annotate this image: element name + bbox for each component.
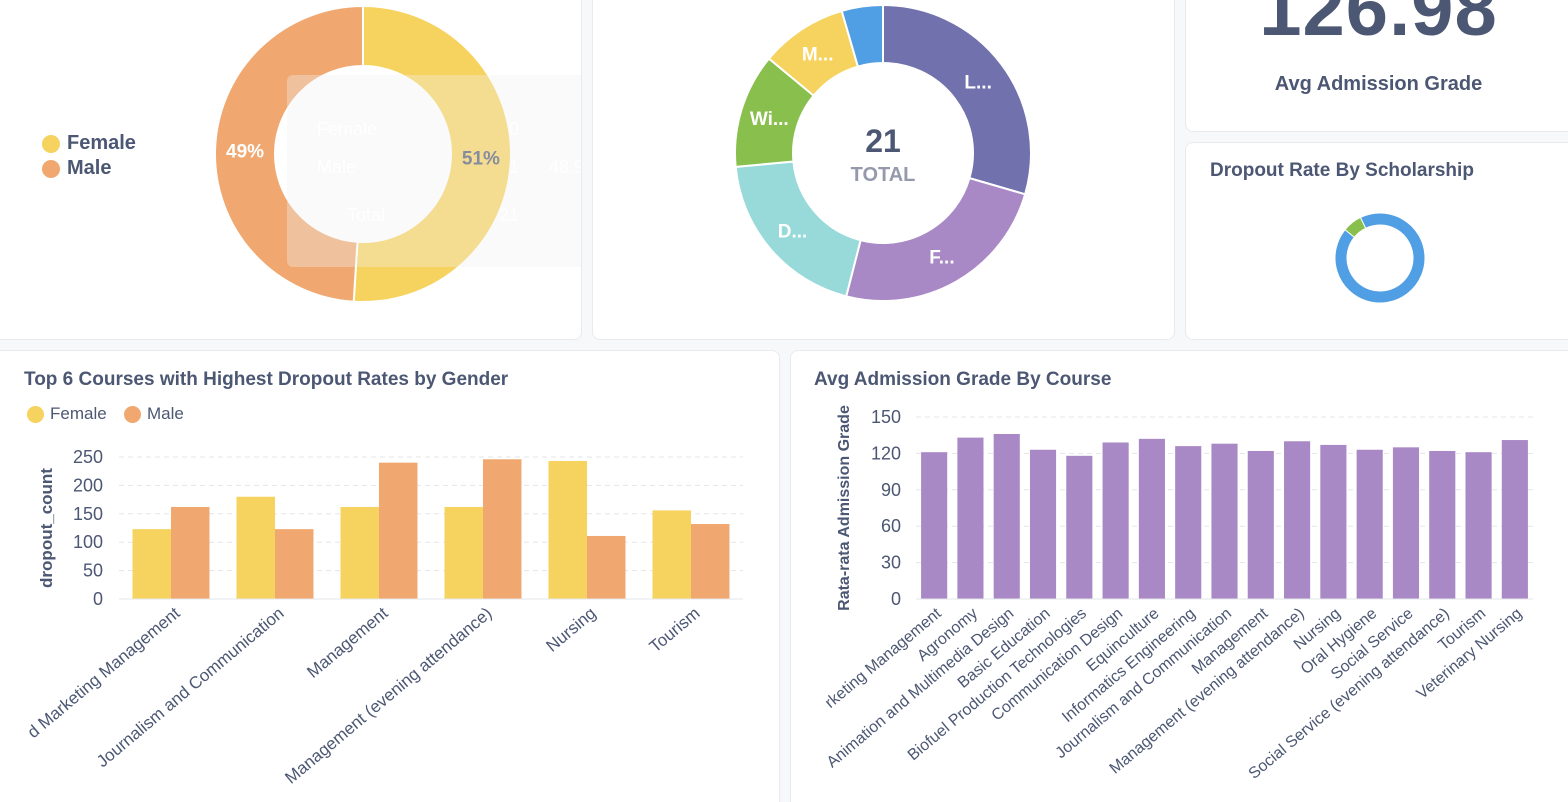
y-tick-label-0: 0 [891, 589, 901, 609]
y-tick-label-1: 30 [881, 553, 901, 573]
kpi-card: 126.98 Avg Admission Grade [1185, 0, 1568, 132]
y-tick-label-5: 150 [871, 407, 901, 427]
course-donut-slice-label-0: L... [964, 73, 991, 94]
scholarship-card: Dropout Rate By Scholarship [1185, 142, 1568, 340]
x-tick-label-3: Management (evening attendance) [281, 604, 495, 788]
admission-bar-chart: 0306090120150rketing ManagementAgronomyA… [822, 405, 1533, 783]
bar-5-0 [652, 510, 691, 599]
course-donut-chart: L... F... D... Wi... M... 21 TOTAL [734, 3, 1032, 302]
admission-by-course-card: Avg Admission Grade By Course 0 30 60 90 120… [790, 350, 1568, 802]
bar-2-0 [340, 506, 379, 599]
ghost-tooltip-male-value: 1 [509, 157, 520, 177]
y-tick-label-0: 0 [93, 589, 103, 609]
ghost-tooltip-male-pct: 48.98% [549, 157, 581, 177]
bar-14-0 [1429, 450, 1456, 599]
bar-9-0 [1247, 450, 1274, 599]
gender-donut-card: Female Male 51%49% Female 0 Male 1 48.98… [0, 0, 582, 340]
course-donut-slice-label-1: F... [929, 247, 954, 268]
donut-total-label: TOTAL [851, 164, 916, 186]
kpi-label: Avg Admission Grade [1274, 73, 1483, 95]
y-tick-label-4: 120 [871, 443, 901, 463]
dropout-by-gender-card: Top 6 Courses with Highest Dropout Rates… [0, 350, 780, 802]
x-tick-label-4: Nursing [542, 604, 599, 656]
ghost-tooltip-total-value: 21 [499, 205, 520, 225]
y-tick-label-2: 100 [73, 532, 103, 552]
y-tick-label-2: 60 [881, 516, 901, 536]
bar-0-0 [132, 529, 171, 599]
y-tick-label-3: 90 [881, 480, 901, 500]
dropout-bar-chart: 050100150200250d Marketing ManagementJou… [24, 447, 743, 788]
ghost-tooltip-total: Total [347, 205, 386, 225]
ghost-tooltip-female: Female [317, 119, 378, 139]
course-donut-card: L... F... D... Wi... M... 21 TOTAL [592, 0, 1175, 340]
bar-10-0 [1284, 441, 1311, 599]
bar-5-1 [691, 524, 730, 599]
bar-7-0 [1175, 446, 1202, 599]
bar-13-0 [1392, 447, 1420, 599]
y-tick-label-1: 50 [83, 561, 103, 581]
bar-4-0 [1066, 455, 1093, 599]
x-tick-label-2: Management [303, 603, 391, 682]
x-tick-label-5: Tourism [646, 604, 704, 657]
bar-4-1 [587, 535, 626, 599]
bar-1-0 [236, 496, 275, 599]
bar-15-0 [1465, 452, 1492, 599]
scholarship-donut-chart [1334, 212, 1426, 304]
bar-3-0 [1029, 449, 1057, 599]
course-donut-slice-label-3: Wi... [750, 109, 789, 130]
gender-donut-slice-label-1: 49% [226, 141, 264, 162]
ghost-tooltip: Female 0 Male 1 48.98% Total 21 [287, 75, 581, 267]
bar-2-0 [993, 433, 1020, 599]
bar-3-0 [444, 506, 483, 599]
y-tick-label-5: 250 [73, 447, 103, 467]
course-donut-slice-label-2: D... [778, 221, 808, 242]
bar-11-0 [1320, 444, 1347, 599]
bar-5-0 [1102, 442, 1129, 599]
bar-1-0 [957, 437, 984, 599]
donut-total-value: 21 [865, 123, 901, 159]
kpi-value: 126.98 [1259, 0, 1498, 52]
bar-2-1 [379, 462, 418, 599]
bar-8-0 [1211, 443, 1238, 599]
bar-3-1 [483, 459, 522, 599]
y-tick-label-3: 150 [73, 504, 103, 524]
course-donut-slice-label-4: M... [802, 45, 834, 66]
ghost-tooltip-male: Male [317, 157, 357, 177]
ghost-tooltip-female-value: 0 [509, 119, 520, 139]
bar-0-0 [921, 452, 948, 599]
bar-4-0 [548, 460, 587, 599]
course-donut-slice-1 [844, 176, 1027, 302]
x-tick-label-1: Journalism and Communication [93, 604, 288, 772]
bar-16-0 [1501, 440, 1528, 599]
bar-1-1 [275, 529, 314, 599]
dropout-y-axis-label: dropout_count [37, 468, 56, 588]
y-tick-label-4: 200 [73, 475, 103, 495]
bar-12-0 [1356, 449, 1383, 599]
bar-6-0 [1138, 438, 1165, 599]
bar-0-1 [171, 506, 210, 599]
admission-y-axis-label: Rata-rata Admission Grade [836, 405, 853, 611]
